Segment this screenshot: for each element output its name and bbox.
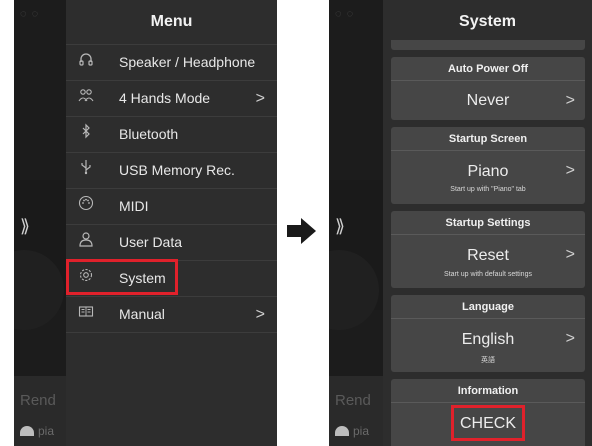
menu-item-label: MIDI — [119, 198, 149, 214]
card-divider — [391, 318, 585, 319]
card-value: Piano — [467, 163, 509, 180]
phone-screen-system: ◌ ◌ ⟫ Rend pia System Auto Power Off Nev… — [329, 0, 592, 446]
piano-icon — [335, 426, 349, 436]
card-note: Start up with default settings — [444, 271, 532, 278]
card-value: Reset — [467, 247, 509, 264]
menu-item-4-hands-mode[interactable]: 4 Hands Mode > — [66, 81, 277, 117]
phone-screen-menu: ◌ ◌ ⟫ Rend pia Menu Speaker / Headphone … — [14, 0, 277, 446]
expand-arrows-icon[interactable]: ⟫ — [20, 216, 30, 237]
piano-icon — [20, 426, 34, 436]
chevron-right-icon: > — [565, 162, 575, 179]
card-value: English — [461, 331, 515, 348]
top-status-icons: ◌ ◌ — [20, 8, 40, 20]
background-partial-text: Rend — [335, 392, 371, 409]
chevron-right-icon: > — [565, 92, 575, 109]
card-note: 英語 — [481, 357, 495, 364]
next-step-arrow-shaft — [287, 225, 301, 237]
background-partial-text: Rend — [20, 392, 56, 409]
card-language[interactable]: Language English 英語 > — [391, 295, 585, 372]
bluetooth-icon — [78, 117, 94, 152]
menu-item-label: 4 Hands Mode — [119, 90, 211, 106]
card-header: Auto Power Off — [447, 63, 529, 75]
menu-item-speaker-headphone[interactable]: Speaker / Headphone — [66, 45, 277, 81]
previous-card-edge — [391, 40, 585, 50]
menu-item-user-data[interactable]: User Data — [66, 225, 277, 261]
card-value: Never — [466, 92, 510, 109]
next-step-arrow-icon — [301, 218, 316, 244]
system-title: System — [459, 13, 516, 30]
system-highlight-box — [66, 259, 178, 295]
menu-item-label: Bluetooth — [119, 126, 179, 142]
menu-item-midi[interactable]: MIDI — [66, 189, 277, 225]
background-piano-text: pia — [353, 424, 370, 438]
card-header: Language — [462, 301, 514, 313]
menu-item-label: Speaker / Headphone — [119, 54, 256, 70]
menu-item-label: USB Memory Rec. — [119, 162, 235, 178]
midi-icon — [78, 189, 94, 224]
menu-panel: Menu Speaker / Headphone 4 Hands Mode > … — [66, 0, 277, 446]
four-hands-icon — [78, 81, 94, 116]
card-divider — [391, 80, 585, 81]
check-highlight-box — [451, 405, 525, 441]
card-startup-screen[interactable]: Startup Screen Piano Start up with "Pian… — [391, 127, 585, 204]
menu-title: Menu — [66, 0, 277, 45]
menu-item-label: User Data — [119, 234, 183, 250]
card-auto-power-off[interactable]: Auto Power Off Never > — [391, 57, 585, 120]
menu-item-bluetooth[interactable]: Bluetooth — [66, 117, 277, 153]
system-panel: System Auto Power Off Never > Startup Sc… — [383, 0, 592, 446]
card-header: Startup Settings — [445, 217, 531, 229]
expand-arrows-icon[interactable]: ⟫ — [335, 216, 345, 237]
card-divider — [391, 234, 585, 235]
book-icon — [78, 297, 94, 332]
top-status-icons: ◌ ◌ — [335, 8, 355, 20]
card-startup-settings[interactable]: Startup Settings Reset Start up with def… — [391, 211, 585, 288]
background-piano-text: pia — [38, 424, 55, 438]
chevron-right-icon: > — [255, 90, 265, 107]
headphone-icon — [78, 45, 94, 80]
card-note: Start up with "Piano" tab — [450, 186, 526, 193]
menu-item-label: Manual — [119, 306, 165, 322]
chevron-right-icon: > — [255, 306, 265, 323]
chevron-right-icon: > — [565, 246, 575, 263]
card-divider — [391, 402, 585, 403]
card-header: Information — [457, 385, 519, 397]
user-icon — [78, 225, 94, 260]
card-header: Startup Screen — [448, 133, 528, 145]
card-divider — [391, 150, 585, 151]
usb-icon — [78, 153, 94, 188]
menu-item-usb-memory-rec[interactable]: USB Memory Rec. — [66, 153, 277, 189]
chevron-right-icon: > — [565, 330, 575, 347]
menu-item-manual[interactable]: Manual > — [66, 297, 277, 333]
